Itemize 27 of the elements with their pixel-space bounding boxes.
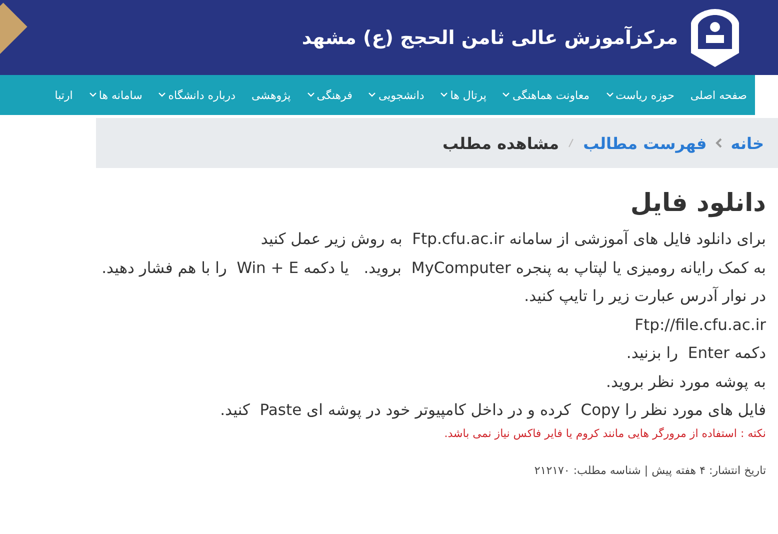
nav-link[interactable]: پژوهشی: [244, 88, 299, 102]
nav-link[interactable]: صفحه اصلی: [682, 88, 755, 102]
site-title: مرکزآموزش عالی ثامن الحجج (ع) مشهد: [302, 26, 678, 48]
paragraph-line: برای دانلود فایل های آموزشی از سامانه Ftp.cfu.ac.ir به روش زیر عمل کنید: [260, 228, 766, 250]
nav-link[interactable]: دانشجویی: [360, 88, 432, 102]
nav-link[interactable]: درباره دانشگاه: [150, 88, 244, 102]
nav-link[interactable]: ارتبا: [46, 88, 81, 102]
paragraph-line: به پوشه مورد نظر بروید.: [605, 372, 766, 393]
article-meta: تاریخ انتشار: ۴ هفته پیش | شناسه مطلب: ۲۱۲۱۷۰: [533, 464, 766, 476]
paragraph-line: به کمک رایانه رومیزی یا لپتاپ به پنجره MyComputer بروید. یا دکمه Win + E را با هم فشار دهید.: [100, 258, 766, 279]
note-text: نکته : استفاده از مرورگر هایی مانند کروم یا فایر فاکس نیاز نمی باشد.: [443, 426, 766, 440]
breadcrumb-link[interactable]: خانه: [730, 134, 764, 152]
nav-link[interactable]: پرتال ها: [432, 88, 494, 102]
nav-link[interactable]: سامانه ها: [80, 88, 150, 102]
nav-link[interactable]: معاونت هماهنگی: [494, 88, 598, 102]
breadcrumb-current: مشاهده مطلب: [442, 134, 560, 152]
slash-divider-icon: [567, 138, 576, 148]
nav-link[interactable]: حوزه ریاست: [598, 88, 682, 102]
logo-icon: [688, 6, 742, 68]
paragraph-line: فایل های مورد نظر را Copy کرده و در داخل کامپیوتر خود در پوشه ای Paste کنید.: [219, 400, 766, 421]
article-title: دانلود فایل: [629, 188, 766, 217]
paragraph-line: دکمه Enter را بزنید.: [625, 343, 766, 364]
breadcrumb-link[interactable]: فهرست مطالب: [583, 134, 707, 152]
chevron-left-icon: [714, 138, 723, 148]
paragraph-line: در نوار آدرس عبارت زیر را تایپ کنید.: [523, 286, 766, 307]
paragraph-line: Ftp://file.cfu.ac.ir: [634, 314, 766, 336]
nav-link[interactable]: فرهنگی: [298, 88, 360, 102]
